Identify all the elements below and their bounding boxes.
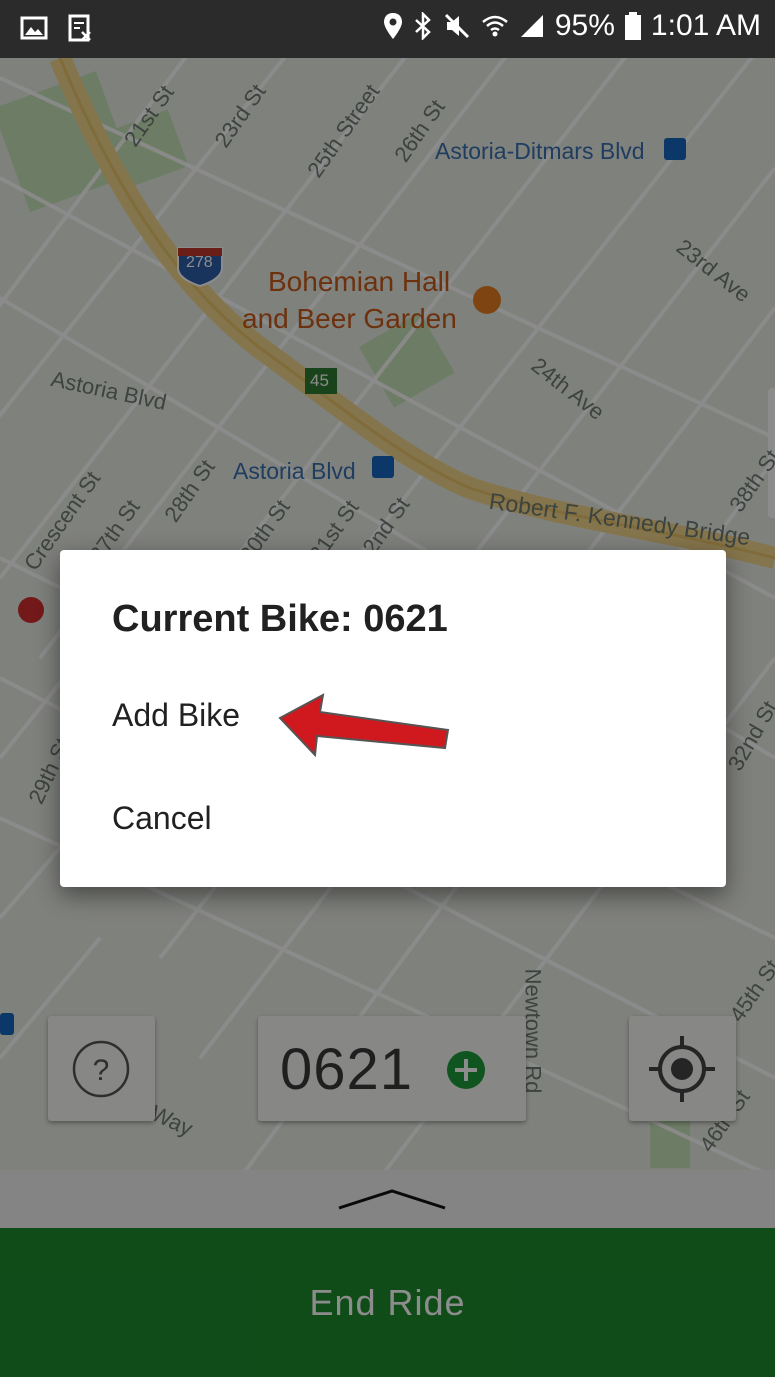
bluetooth-icon xyxy=(415,12,431,40)
clock: 1:01 AM xyxy=(650,9,761,42)
status-right: 95% 1:01 AM xyxy=(383,9,761,43)
red-pointer-arrow-icon xyxy=(278,693,450,758)
battery-icon xyxy=(624,12,641,40)
battery-percent: 95% xyxy=(554,9,615,42)
mute-icon xyxy=(444,13,469,39)
image-notification-icon xyxy=(20,16,48,40)
app-screen: 95% 1:01 AM 21st St 23rd St 25th Street … xyxy=(0,0,775,1377)
cancel-option[interactable]: Cancel xyxy=(112,800,212,837)
add-bike-option[interactable]: Add Bike xyxy=(112,697,240,734)
wifi-icon xyxy=(482,15,508,37)
location-icon xyxy=(383,13,402,39)
dialog-title: Current Bike: 0621 xyxy=(112,598,448,640)
signal-icon xyxy=(520,15,543,37)
status-bar: 95% 1:01 AM xyxy=(0,0,775,58)
screenshot-notification-icon xyxy=(68,14,91,42)
status-left xyxy=(20,14,94,42)
